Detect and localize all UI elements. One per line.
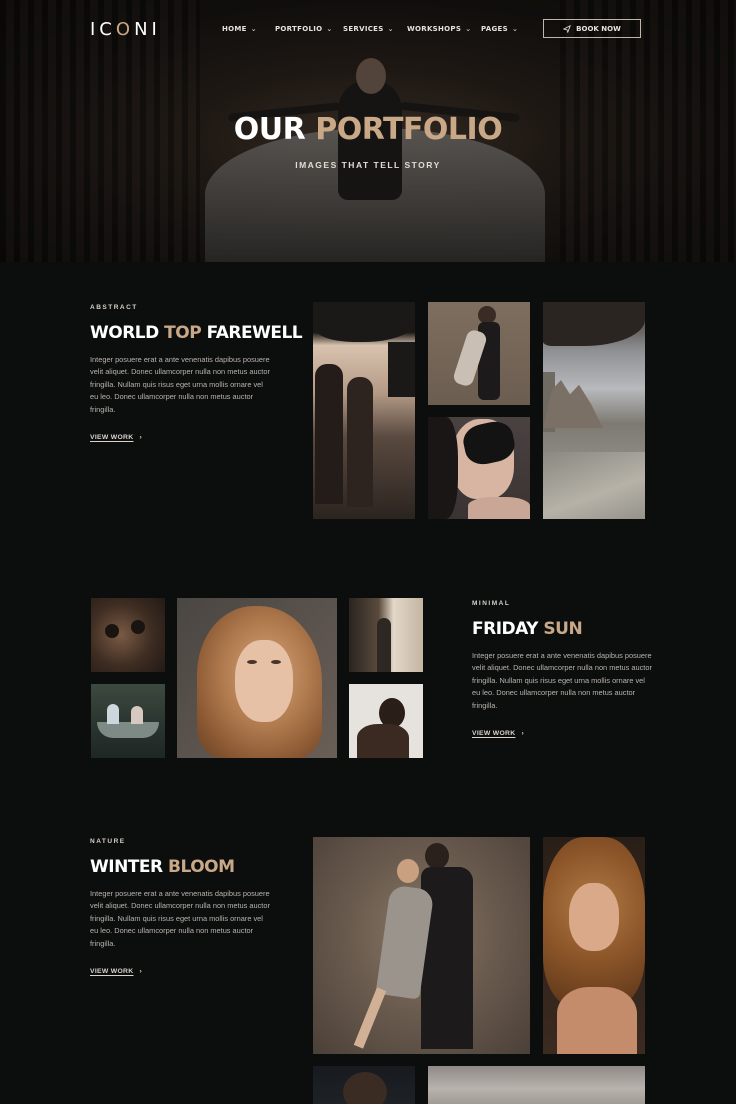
chevron-down-icon: ⌄ bbox=[387, 25, 394, 33]
section-title: WORLD TOP FAREWELL bbox=[90, 323, 303, 343]
page-title: OUR PORTFOLIO bbox=[233, 112, 503, 147]
chevron-right-icon: › bbox=[521, 730, 525, 737]
section-text: Integer posuere erat a ante venenatis da… bbox=[90, 355, 270, 414]
chevron-down-icon: ⌄ bbox=[250, 25, 257, 33]
main-nav: HOME ⌄ PORTFOLIO ⌄ SERVICES ⌄ WORKSHOPS ⌄ PA… bbox=[222, 25, 521, 33]
nav-pages[interactable]: PAGES ⌄ bbox=[481, 25, 521, 33]
photo-owl[interactable] bbox=[91, 598, 165, 672]
section-title: WINTER BLOOM bbox=[90, 857, 235, 877]
chevron-right-icon: › bbox=[139, 434, 143, 441]
photo-bottom-left[interactable] bbox=[313, 1066, 415, 1104]
chevron-right-icon: › bbox=[139, 968, 143, 975]
nav-workshops[interactable]: WORKSHOPS ⌄ bbox=[407, 25, 481, 33]
photo-woman-portrait[interactable] bbox=[177, 598, 337, 758]
view-work-link[interactable]: VIEW WORK › bbox=[90, 968, 142, 975]
section-kicker: MINIMAL bbox=[472, 600, 511, 607]
nav-home[interactable]: HOME ⌄ bbox=[222, 25, 275, 33]
photo-bottom-right[interactable] bbox=[428, 1066, 645, 1104]
view-work-link[interactable]: VIEW WORK › bbox=[472, 730, 524, 737]
chevron-down-icon: ⌄ bbox=[511, 25, 519, 33]
chevron-down-icon: ⌄ bbox=[326, 25, 333, 33]
photo-mountains-cave[interactable] bbox=[543, 302, 645, 519]
page-subtitle: IMAGES THAT TELL STORY bbox=[295, 160, 441, 170]
hero-banner: ICONI HOME ⌄ PORTFOLIO ⌄ SERVICES ⌄ WORKSHO… bbox=[0, 0, 736, 262]
photo-painted-face[interactable] bbox=[428, 417, 530, 519]
photo-dancers[interactable] bbox=[428, 302, 530, 405]
nav-portfolio[interactable]: PORTFOLIO ⌄ bbox=[275, 25, 343, 33]
photo-boat[interactable] bbox=[91, 684, 165, 758]
book-now-button[interactable]: BOOK NOW bbox=[543, 19, 641, 38]
section-text: Integer posuere erat a ante venenatis da… bbox=[90, 889, 270, 948]
logo-aperture-o: O bbox=[115, 19, 135, 40]
view-work-link[interactable]: VIEW WORK › bbox=[90, 434, 142, 441]
nav-services[interactable]: SERVICES ⌄ bbox=[343, 25, 407, 33]
chevron-down-icon: ⌄ bbox=[465, 25, 472, 33]
logo[interactable]: ICONI bbox=[90, 19, 161, 40]
photo-man-braids[interactable] bbox=[349, 684, 423, 758]
photo-curly-hair-woman[interactable] bbox=[543, 837, 645, 1054]
photo-couple-sunset[interactable] bbox=[313, 302, 415, 519]
book-now-label: BOOK NOW bbox=[576, 24, 621, 33]
section-kicker: NATURE bbox=[90, 838, 126, 845]
section-title: FRIDAY SUN bbox=[472, 619, 583, 639]
paper-plane-icon bbox=[563, 24, 572, 33]
photo-bride-window[interactable] bbox=[349, 598, 423, 672]
section-kicker: ABSTRACT bbox=[90, 304, 138, 311]
section-text: Integer posuere erat a ante venenatis da… bbox=[472, 651, 652, 710]
photo-tango-dancers[interactable] bbox=[313, 837, 530, 1054]
